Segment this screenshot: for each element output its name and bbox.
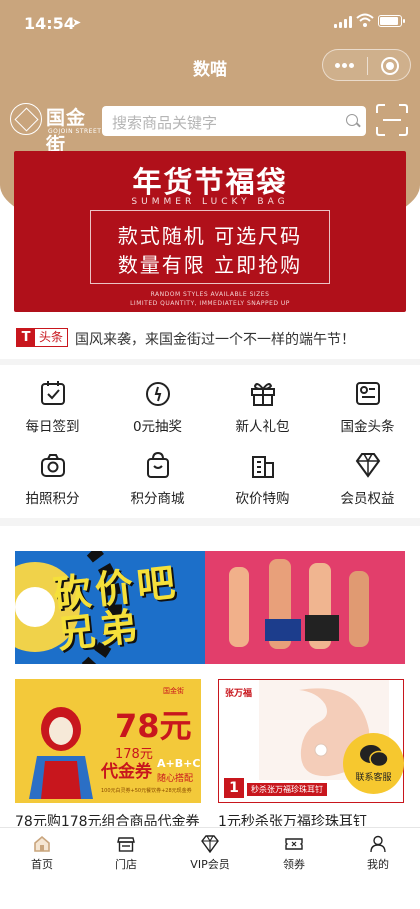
user-icon (370, 835, 386, 853)
search-placeholder: 搜索商品关键字 (112, 114, 218, 132)
grid-item-headlines[interactable]: 国金头条 (315, 375, 420, 437)
product-card-coupon[interactable]: 国金街 78元 178元 代金券 A+B+C 随心搭配 100元白灵券+50元餐… (15, 679, 201, 803)
more-icon[interactable] (335, 63, 355, 69)
scan-button[interactable] (376, 104, 408, 136)
card-rank-badge: 1 (224, 778, 244, 798)
grid-label: 积分商城 (130, 491, 185, 507)
section-divider (0, 359, 420, 365)
opera-figure-illustration (29, 707, 93, 799)
wifi-icon (356, 13, 374, 27)
home-icon (34, 835, 50, 852)
grid-item-photo-points[interactable]: 拍照积分 (0, 447, 105, 509)
coupon-label: 代金券 (101, 762, 152, 782)
card-caption-earring[interactable]: 1元秒杀张万福珍珠耳钉 (218, 812, 404, 826)
feature-grid: 每日签到 0元抽奖 新人礼包 国金头条 拍照积分 积分商城 砍价特购 会员权益 (0, 375, 420, 515)
search-input[interactable]: 搜索商品关键字 (102, 106, 366, 136)
grid-label: 新人礼包 (235, 419, 290, 435)
brand-logo: 国金街 GOJOIN STREET (10, 101, 102, 156)
brand-subname: GOJOIN STREET (48, 128, 102, 135)
news-badge-letter: T (17, 329, 35, 346)
lottery-icon (146, 382, 170, 406)
tab-vip[interactable]: VIP会员 (168, 828, 252, 878)
news-headline[interactable]: 国风来袭，来国金街过一个不一样的端午节！ (75, 329, 355, 349)
news-badge-label: 头条 (39, 330, 64, 344)
grid-label: 0元抽奖 (132, 419, 183, 435)
banner-line-1: 款式随机 可选尺码 (117, 224, 303, 248)
vip-diamond-icon (201, 835, 219, 853)
grid-label: 会员权益 (340, 491, 395, 507)
coupon-combo: A+B+C (157, 757, 201, 770)
banner-line-2: 数量有限 立即抢购 (117, 253, 303, 277)
card-tag: 秒杀张万福珍珠耳钉 (247, 783, 327, 796)
brand-logo-mini: 国金街 (163, 687, 184, 695)
section-divider (0, 518, 420, 526)
bottom-tab-bar: 首页 门店 VIP会员 领券 我的 (0, 827, 420, 909)
logo-emblem-icon (10, 103, 42, 135)
banner-title: 年货节福袋 (132, 165, 288, 199)
gift-icon (251, 383, 275, 406)
status-bar: 14:54 ➤ (0, 0, 420, 44)
close-mini-program-icon[interactable] (381, 57, 399, 75)
grid-item-new-user-gift[interactable]: 新人礼包 (210, 375, 315, 437)
status-time: 14:54 (24, 14, 75, 33)
grid-label: 拍照积分 (25, 491, 80, 507)
grid-label: 砍价特购 (235, 491, 290, 507)
location-arrow-icon: ➤ (72, 16, 82, 29)
grid-item-member-benefits[interactable]: 会员权益 (315, 447, 420, 509)
calendar-check-icon (41, 381, 65, 405)
search-icon[interactable] (346, 114, 358, 126)
card-caption-coupon[interactable]: 78元购178元组合商品代金券 (15, 812, 201, 826)
grid-item-daily-checkin[interactable]: 每日签到 (0, 375, 105, 437)
coupon-combo-note: 随心搭配 (157, 774, 194, 784)
scan-icon (383, 119, 401, 121)
banner-subtitle: SUMMER LUCKY BAG (131, 197, 289, 207)
contact-service-button[interactable]: 联系客服 (343, 733, 404, 794)
battery-icon (378, 15, 405, 27)
jeweler-brand: 张万福 (225, 689, 253, 699)
banner-footnote-2: LIMITED QUANTITY, IMMEDIATELY SNAPPED UP (130, 300, 290, 307)
hero-banner[interactable]: 年货节福袋 SUMMER LUCKY BAG 款式随机 可选尺码 数量有限 立即… (14, 151, 406, 312)
shopping-bag-icon (147, 451, 169, 478)
signal-icon (334, 16, 352, 28)
store-icon (117, 837, 135, 852)
tab-label: 我的 (367, 858, 389, 871)
tab-label: 领券 (283, 858, 305, 871)
tab-label: 首页 (31, 858, 53, 871)
coupon-icon (285, 838, 303, 850)
grid-item-lottery[interactable]: 0元抽奖 (105, 375, 210, 437)
tab-label: 门店 (115, 858, 137, 871)
tab-coupons[interactable]: 领券 (252, 828, 336, 878)
tab-profile[interactable]: 我的 (336, 828, 420, 878)
news-badge: T 头条 (16, 328, 69, 347)
grid-label: 国金头条 (340, 419, 395, 435)
grid-item-points-mall[interactable]: 积分商城 (105, 447, 210, 509)
banner-text-box: 款式随机 可选尺码 数量有限 立即抢购 (90, 210, 330, 284)
diamond-icon (355, 453, 381, 478)
coupon-price: 78元 (115, 707, 192, 745)
mini-program-capsule (322, 49, 411, 81)
promo-title: 砍价吧兄弟 (51, 559, 181, 657)
grid-item-bargain[interactable]: 砍价特购 (210, 447, 315, 509)
coupon-fine-print: 100元白灵券+50元餐饮券+28元现金券 (101, 788, 192, 794)
news-icon (356, 382, 380, 405)
tab-home[interactable]: 首页 (0, 828, 84, 878)
tab-store[interactable]: 门店 (84, 828, 168, 878)
building-icon (252, 456, 274, 478)
grid-label: 每日签到 (25, 419, 80, 435)
bargain-promo-banner[interactable]: 砍价吧兄弟 (15, 551, 405, 664)
tab-label: VIP会员 (190, 858, 230, 871)
wechat-chat-icon (360, 745, 389, 768)
camera-icon (41, 454, 65, 477)
news-ticker[interactable]: T 头条 国风来袭，来国金街过一个不一样的端午节！ (0, 322, 420, 352)
banner-footnote-1: RANDOM STYLES AVAILABLE SIZES (150, 291, 270, 298)
service-label: 联系客服 (355, 773, 392, 783)
